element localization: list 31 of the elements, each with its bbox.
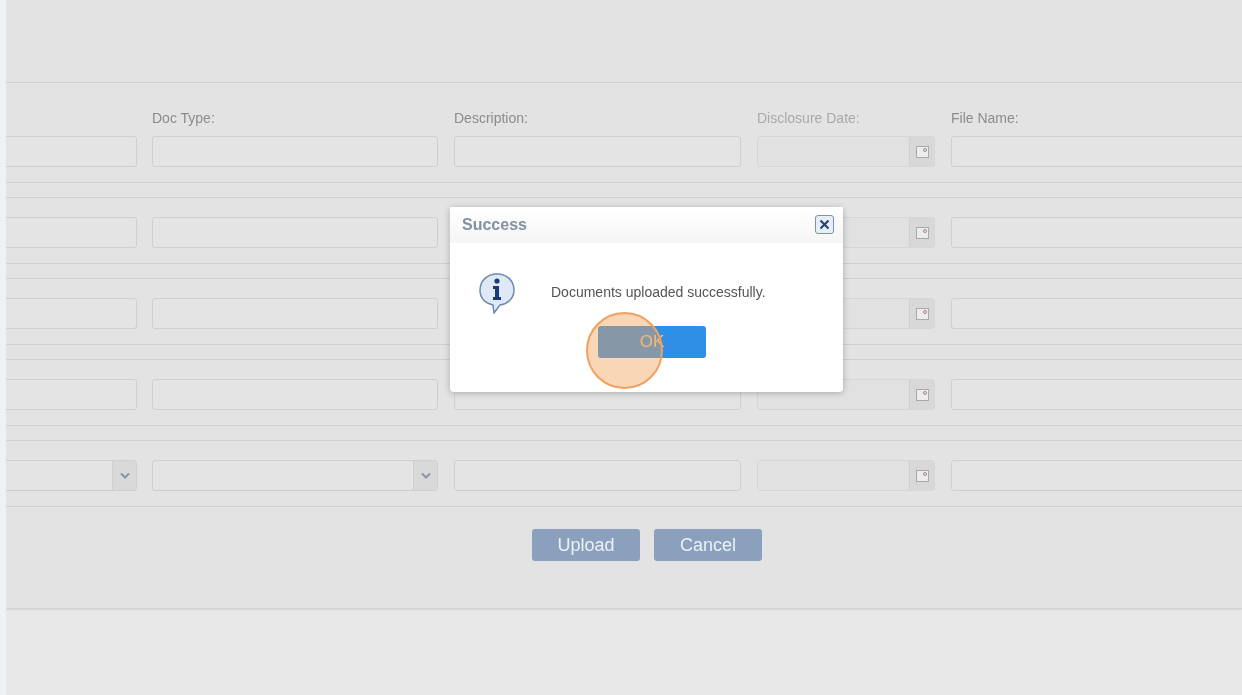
chevron-down-icon [420,472,431,479]
form-button[interactable]: Cancel [654,529,762,561]
text-field[interactable] [6,379,137,410]
dialog-message: Documents uploaded successfully. [551,283,766,302]
field-label: Description: [454,110,528,126]
date-field[interactable] [757,136,935,167]
field-label: Doc Type: [152,110,215,126]
calendar-button[interactable] [909,380,934,409]
field-label: Disclosure Date: [757,110,860,126]
chevron-down-icon [119,472,130,479]
calendar-button[interactable] [909,299,934,328]
close-button[interactable] [815,215,834,234]
calendar-icon [915,469,929,482]
calendar-icon [915,226,929,239]
calendar-button[interactable] [909,218,934,247]
close-icon [819,219,830,230]
form-button[interactable]: Upload [532,529,640,561]
info-icon [478,272,516,314]
text-field[interactable] [6,217,137,248]
dialog-title: Success [462,215,527,235]
text-field[interactable] [6,136,137,167]
calendar-icon [915,307,929,320]
date-field[interactable] [757,460,935,491]
calendar-icon [915,388,929,401]
dropdown-field[interactable] [6,460,137,491]
calendar-button[interactable] [909,137,934,166]
text-field[interactable] [6,298,137,329]
dropdown-field[interactable] [152,460,438,491]
calendar-button[interactable] [909,461,934,490]
calendar-icon [915,145,929,158]
field-label: File Name: [951,110,1019,126]
